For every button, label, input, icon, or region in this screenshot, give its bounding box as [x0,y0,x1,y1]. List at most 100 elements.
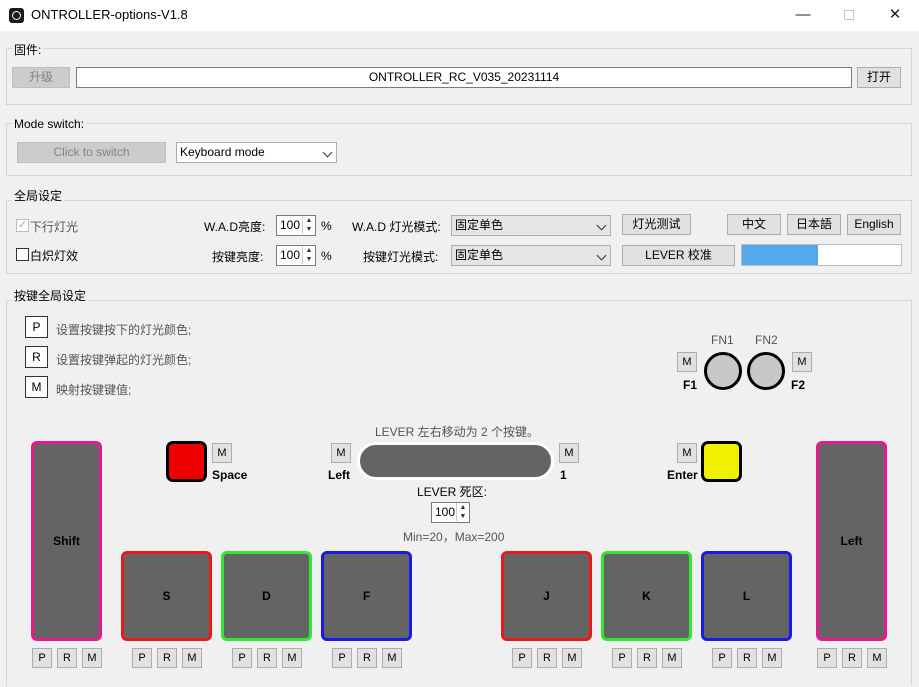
key-j-label: J [543,589,550,603]
close-button[interactable]: ✕ [872,0,918,31]
deadzone-spinner[interactable]: 100 ▲ ▼ [431,502,470,523]
lever-right-label: 1 [560,468,567,482]
key-shift-r-button[interactable]: R [57,648,77,668]
wad-brightness-value: 100 [280,218,301,232]
upgrade-button[interactable]: 升级 [12,67,70,88]
down-light-label: 下行灯光 [30,220,79,234]
fn2-button[interactable] [747,352,785,390]
wad-brightness-label: W.A.D亮度: [204,220,266,234]
lever-progress-bar [741,244,902,266]
deadzone-label: LEVER 死区: [417,485,488,499]
key-f-p-button[interactable]: P [332,648,352,668]
key-k[interactable]: K [601,551,692,641]
key-l-r-button[interactable]: R [737,648,757,668]
lever-right-map-button[interactable]: M [559,443,579,463]
mode-select[interactable]: Keyboard mode [176,142,337,163]
key-d-label: D [262,589,271,603]
key-left-p-button[interactable]: P [817,648,837,668]
key-f-m-button[interactable]: M [382,648,402,668]
lever-slider[interactable] [357,442,554,480]
global-settings-label: 全局设定 [12,187,65,204]
lever-calibration-button[interactable]: LEVER 校准 [622,245,735,266]
key-j-p-button[interactable]: P [512,648,532,668]
key-l[interactable]: L [701,551,792,641]
open-button[interactable]: 打开 [857,67,901,88]
key-l-m-button[interactable]: M [762,648,782,668]
lang-japanese-button[interactable]: 日本語 [787,214,841,235]
key-shift-p-button[interactable]: P [32,648,52,668]
f2-map-button[interactable]: M [792,352,812,372]
key-k-label: K [642,589,651,603]
key-shift[interactable]: Shift [31,441,102,641]
mode-select-value: Keyboard mode [180,145,265,159]
key-j[interactable]: J [501,551,592,641]
mode-switch-label: Mode switch: [12,117,87,131]
key-s-p-button[interactable]: P [132,648,152,668]
key-percent: % [321,249,332,263]
key-s-r-button[interactable]: R [157,648,177,668]
key-d[interactable]: D [221,551,312,641]
deadzone-range: Min=20，Max=200 [403,530,505,544]
wad-light-mode-label: W.A.D 灯光模式: [352,220,441,234]
key-light-mode-label: 按键灯光模式: [363,250,439,264]
light-test-button[interactable]: 灯光测试 [622,214,691,235]
f1-map-button[interactable]: M [677,352,697,372]
spin-down-icon[interactable]: ▼ [302,225,315,234]
key-light-mode-value: 固定单色 [455,248,504,262]
key-d-r-button[interactable]: R [257,648,277,668]
legend-text-r: 设置按键弹起的灯光颜色; [56,353,192,367]
lever-left-map-button[interactable]: M [331,443,351,463]
legend-key-m: M [25,376,48,398]
incandescent-checkbox[interactable] [16,248,29,261]
key-d-m-button[interactable]: M [282,648,302,668]
key-s-m-button[interactable]: M [182,648,202,668]
spin-up-icon[interactable]: ▲ [302,216,315,225]
incandescent-label: 白炽灯效 [30,249,79,263]
enter-key[interactable] [701,441,742,482]
progress-fill [742,245,819,265]
deadzone-value: 100 [435,505,456,519]
f1-label: F1 [683,378,698,392]
wad-brightness-spinner[interactable]: 100 ▲ ▼ [276,215,316,236]
fn1-button[interactable] [704,352,742,390]
key-j-m-button[interactable]: M [562,648,582,668]
key-k-m-button[interactable]: M [662,648,682,668]
space-map-button[interactable]: M [212,443,232,463]
minimize-button[interactable]: — [780,0,826,31]
key-f[interactable]: F [321,551,412,641]
key-j-r-button[interactable]: R [537,648,557,668]
key-shift-m-button[interactable]: M [82,648,102,668]
key-brightness-label: 按键亮度: [212,250,264,264]
space-key[interactable] [166,441,207,482]
key-brightness-spinner[interactable]: 100 ▲ ▼ [276,245,316,266]
key-light-mode-select[interactable]: 固定单色 [451,245,611,266]
key-left[interactable]: Left [816,441,887,641]
wad-light-mode-select[interactable]: 固定单色 [451,215,611,236]
lang-english-button[interactable]: English [847,214,901,235]
spin-up-icon[interactable]: ▲ [302,246,315,255]
click-to-switch-button[interactable]: Click to switch [17,142,166,163]
lang-chinese-button[interactable]: 中文 [727,214,781,235]
lever-left-label: Left [328,468,350,482]
key-left-m-button[interactable]: M [867,648,887,668]
key-k-p-button[interactable]: P [612,648,632,668]
down-light-checkbox[interactable]: ✓ [16,219,29,232]
key-left-r-button[interactable]: R [842,648,862,668]
legend-key-p: P [25,316,48,338]
spin-up-icon[interactable]: ▲ [456,503,469,512]
firmware-version-field: ONTROLLER_RC_V035_20231114 [76,67,852,88]
key-f-r-button[interactable]: R [357,648,377,668]
wad-percent: % [321,219,332,233]
key-left-label: Left [840,534,863,548]
key-d-p-button[interactable]: P [232,648,252,668]
spin-down-icon[interactable]: ▼ [302,255,315,264]
chevron-down-icon [322,147,333,158]
key-s[interactable]: S [121,551,212,641]
key-l-p-button[interactable]: P [712,648,732,668]
key-s-label: S [162,589,171,603]
legend-key-r: R [25,346,48,368]
key-k-r-button[interactable]: R [637,648,657,668]
wad-light-mode-value: 固定单色 [455,218,504,232]
enter-map-button[interactable]: M [677,443,697,463]
spin-down-icon[interactable]: ▼ [456,512,469,521]
